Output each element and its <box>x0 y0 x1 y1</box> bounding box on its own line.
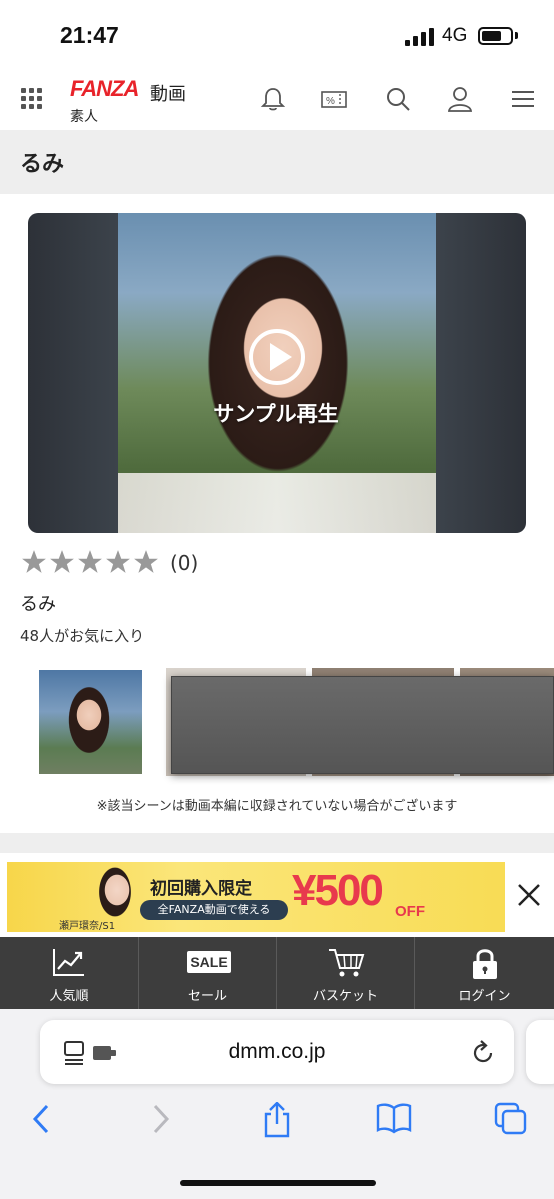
nav-label: ログイン <box>458 989 511 1004</box>
home-indicator <box>180 1180 376 1186</box>
share-icon[interactable] <box>261 1102 293 1138</box>
sale-tag-icon: SALE <box>187 951 231 973</box>
banner-off: OFF <box>395 903 425 920</box>
trending-chart-icon <box>53 949 84 976</box>
nav-item-sale[interactable]: SALE セール <box>139 937 277 1009</box>
favorites-count: 48人がお気に入り <box>20 627 145 645</box>
hamburger-menu-icon[interactable] <box>509 85 537 113</box>
banner-pill: 全FANZA動画で使える <box>140 900 288 920</box>
grid-menu-icon[interactable] <box>21 88 43 110</box>
nav-item-login[interactable]: ログイン <box>415 937 554 1009</box>
actress-name[interactable]: るみ <box>20 590 56 616</box>
url-text[interactable]: dmm.co.jp <box>40 1040 514 1064</box>
banner-price: ¥500 <box>292 866 384 915</box>
section-divider <box>0 833 554 853</box>
title-band: るみ <box>0 130 554 194</box>
scene-disclaimer: ※該当シーンは動画本編に収録されていない場合がございます <box>96 799 458 814</box>
star-icon <box>22 550 46 573</box>
sample-thumbnail[interactable] <box>39 670 142 774</box>
user-icon[interactable] <box>446 85 474 113</box>
bookmarks-icon[interactable] <box>376 1102 412 1134</box>
logo-subtitle[interactable]: 動画 <box>150 80 186 106</box>
category-label[interactable]: 素人 <box>70 106 98 126</box>
cart-icon <box>329 949 365 977</box>
status-time: 21:47 <box>60 22 119 48</box>
nav-label: バスケット <box>312 989 378 1004</box>
star-icon <box>78 550 102 573</box>
page-title: るみ <box>20 152 65 177</box>
status-bar: 21:47 4G <box>0 0 554 70</box>
next-tab-preview[interactable] <box>526 1020 554 1084</box>
coupon-icon[interactable]: % <box>320 85 348 113</box>
play-icon[interactable] <box>270 343 292 371</box>
search-icon[interactable] <box>384 85 412 113</box>
play-label[interactable]: サンプル再生 <box>176 398 376 428</box>
sample-image-row <box>0 660 554 785</box>
bottom-nav: 人気順 SALE セール バスケット ログイン <box>0 937 554 1009</box>
lock-icon <box>473 949 497 979</box>
svg-text:%: % <box>326 96 335 107</box>
back-icon[interactable] <box>30 1102 52 1136</box>
promo-banner[interactable]: 瀬戸環奈/S1 <box>7 862 505 932</box>
nav-label: 人気順 <box>49 989 89 1004</box>
bell-icon[interactable] <box>259 85 287 113</box>
review-count[interactable]: (0) <box>170 551 198 575</box>
thumbnail-shirt <box>118 473 436 533</box>
battery-icon <box>478 27 513 45</box>
star-icon <box>134 550 158 573</box>
nav-item-popular[interactable]: 人気順 <box>0 937 139 1009</box>
network-type: 4G <box>442 25 468 46</box>
censor-overlay <box>171 676 554 774</box>
star-icon <box>106 550 130 573</box>
signal-strength-icon <box>405 28 435 46</box>
star-icon <box>50 550 74 573</box>
battery-tip <box>515 32 518 39</box>
banner-title: 初回購入限定 <box>150 879 252 899</box>
fanza-logo[interactable]: FANZA <box>70 76 139 102</box>
nav-item-basket[interactable]: バスケット <box>277 937 415 1009</box>
close-icon[interactable] <box>514 880 544 910</box>
reload-icon[interactable] <box>469 1039 497 1067</box>
forward-icon[interactable] <box>150 1102 172 1136</box>
tabs-icon[interactable] <box>494 1102 528 1136</box>
nav-label: セール <box>187 989 227 1004</box>
banner-caption: 瀬戸環奈/S1 <box>59 921 116 932</box>
